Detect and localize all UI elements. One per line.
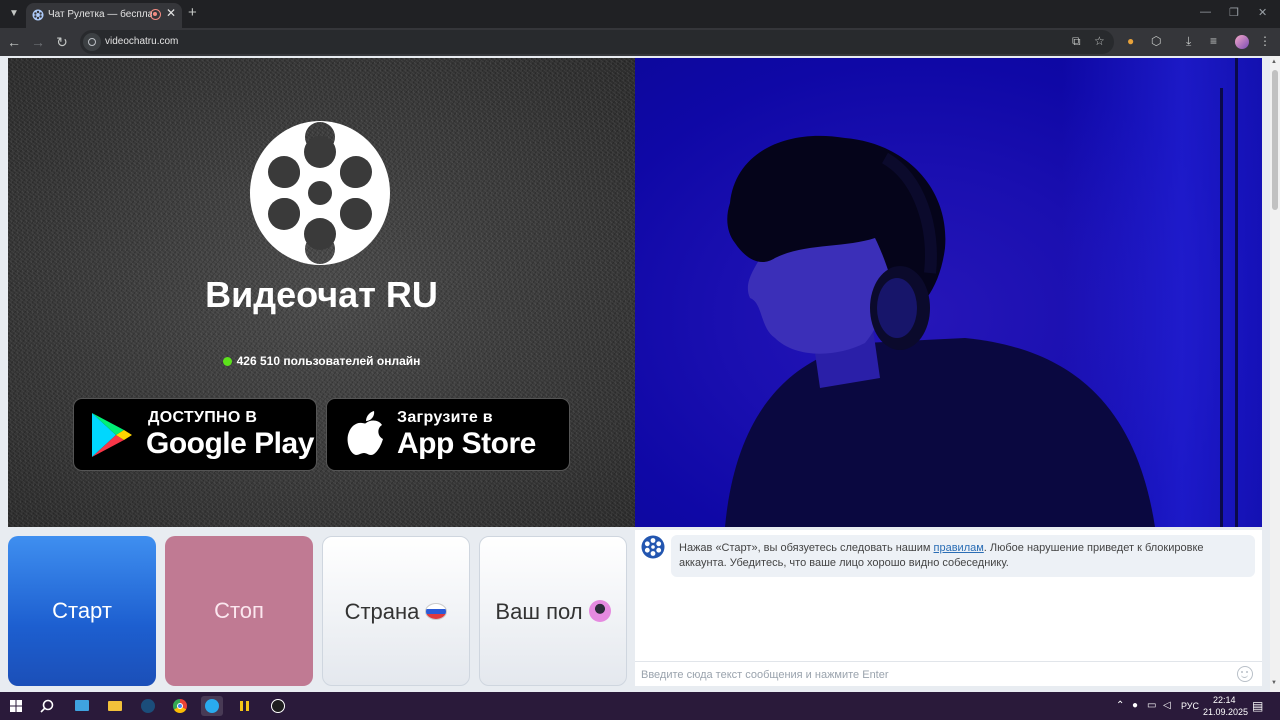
gender-selector-label-wrap: Ваш пол — [480, 599, 626, 625]
steam-icon[interactable] — [137, 696, 159, 716]
notifications-icon[interactable]: ▤ — [1252, 699, 1263, 713]
google-play-big-text: Google Play — [146, 427, 314, 460]
brand-title: Видеочат RU — [205, 274, 438, 315]
country-selector[interactable]: Страна — [322, 536, 470, 686]
browser-toolbar: ← → ↻ videochatru.com ⧉ ☆ ● ⬡ ⤓ ≡ ⋮ — [0, 28, 1280, 56]
chat-panel: Нажав «Старт», вы обязуетесь следовать н… — [635, 530, 1262, 686]
taskbar-app-monitor-icon[interactable] — [71, 696, 93, 716]
google-play-badge[interactable]: ДОСТУПНО В Google Play — [73, 398, 317, 471]
profile-avatar[interactable] — [1235, 35, 1249, 49]
taskbar-app-bars-icon[interactable] — [234, 696, 256, 716]
telegram-icon[interactable] — [201, 696, 223, 716]
windows-start-icon[interactable] — [10, 700, 22, 712]
emoji-smiley-icon[interactable] — [1237, 666, 1253, 682]
browser-tab[interactable]: Чат Рулетка — бесплатный ✕ — [26, 3, 182, 28]
partner-video-placeholder: Видеочат RU 426 510 пользователей онлайн… — [8, 58, 635, 527]
online-counter: 426 510 пользователей онлайн — [8, 354, 635, 368]
language-indicator[interactable]: РУС — [1181, 701, 1199, 711]
own-webcam-video — [635, 58, 1262, 527]
person-silhouette — [725, 135, 1155, 527]
microphone-icon[interactable]: ● — [1132, 700, 1138, 711]
restore-icon[interactable]: ❐ — [1229, 6, 1239, 19]
gender-selector[interactable]: Ваш пол — [479, 536, 627, 686]
obs-icon[interactable] — [267, 696, 289, 716]
gender-selector-label: Ваш пол — [495, 599, 583, 624]
kebab-menu-icon[interactable]: ⋮ — [1259, 34, 1271, 48]
downloads-icon[interactable]: ⤓ — [1186, 34, 1191, 49]
russia-flag-icon — [425, 603, 448, 620]
rules-link[interactable]: правилам — [934, 542, 984, 554]
online-status-dot — [222, 357, 232, 366]
gender-avatar-icon — [588, 600, 611, 622]
tray-chevron-up-icon[interactable]: ⌃ — [1116, 700, 1124, 711]
minimize-icon[interactable]: — — [1200, 6, 1211, 18]
address-bar[interactable]: videochatru.com ⧉ ☆ — [80, 30, 1114, 54]
page-content: Видеочат RU 426 510 пользователей онлайн… — [0, 56, 1270, 692]
country-selector-label: Страна — [344, 599, 420, 624]
browser-tabstrip: ▼ Чат Рулетка — бесплатный ✕ + — ❐ ✕ — [0, 0, 1280, 28]
chat-message-input[interactable] — [641, 666, 1221, 684]
scroll-down-arrow-icon[interactable]: ▼ — [1271, 680, 1277, 686]
system-message-text-start: Нажав «Старт», вы обязуетесь следовать н… — [679, 542, 934, 554]
google-play-icon — [92, 413, 132, 457]
windows-taskbar: ⌃ ● ▭ ◁ РУС 22:14 21.09.2025 ▤ — [0, 692, 1280, 720]
stop-button-label: Стоп — [214, 598, 264, 623]
app-store-small-text: Загрузите в — [397, 409, 493, 426]
online-counter-text: 426 510 пользователей онлайн — [236, 354, 421, 368]
page-scrollbar[interactable]: ▲ ▼ — [1270, 56, 1280, 692]
file-explorer-icon[interactable] — [104, 696, 126, 716]
system-revolver-avatar-icon — [641, 535, 665, 559]
site-info-icon[interactable] — [83, 33, 101, 51]
stop-button[interactable]: Стоп — [165, 536, 313, 686]
window-close-icon[interactable]: ✕ — [1258, 6, 1267, 19]
forward-icon[interactable]: → — [29, 33, 47, 51]
country-selector-label-wrap: Страна — [323, 599, 469, 625]
tab-close-icon[interactable]: ✕ — [166, 6, 176, 20]
google-play-small-text: ДОСТУПНО В — [148, 409, 258, 426]
apple-icon — [347, 411, 383, 455]
reload-icon[interactable]: ↻ — [53, 33, 71, 51]
scroll-thumb[interactable] — [1272, 70, 1278, 210]
system-message: Нажав «Старт», вы обязуетесь следовать н… — [671, 535, 1255, 577]
media-queue-icon[interactable]: ≡ — [1210, 34, 1217, 48]
recording-icon — [150, 9, 161, 20]
chat-input-row — [635, 661, 1262, 686]
volume-icon[interactable]: ◁ — [1163, 700, 1171, 711]
chrome-icon[interactable] — [169, 696, 191, 716]
start-button[interactable]: Старт — [8, 536, 156, 686]
tab-search-chevron-icon[interactable]: ▼ — [4, 4, 24, 24]
app-store-badge[interactable]: Загрузите в App Store — [326, 398, 570, 471]
start-button-label: Старт — [52, 598, 112, 623]
bookmark-star-icon[interactable]: ☆ — [1094, 34, 1105, 48]
clock-date[interactable]: 21.09.2025 — [1203, 707, 1248, 717]
scroll-up-arrow-icon[interactable]: ▲ — [1271, 59, 1277, 65]
url-text: videochatru.com — [105, 36, 179, 47]
new-tab-button[interactable]: + — [188, 4, 197, 21]
clock-time[interactable]: 22:14 — [1213, 695, 1236, 705]
chat-controls: Старт Стоп Страна Ваш пол — [8, 536, 627, 686]
network-icon[interactable]: ▭ — [1147, 700, 1156, 711]
app-store-big-text: App Store — [397, 427, 536, 460]
install-app-icon[interactable]: ⧉ — [1072, 34, 1081, 49]
tab-title: Чат Рулетка — бесплатный — [48, 9, 152, 20]
extension-fox-icon[interactable]: ● — [1127, 34, 1134, 48]
extensions-puzzle-icon[interactable]: ⬡ — [1151, 34, 1161, 48]
revolver-favicon-icon — [32, 9, 44, 21]
revolver-cylinder-logo-icon — [250, 121, 390, 265]
back-icon[interactable]: ← — [5, 33, 23, 51]
search-icon[interactable] — [40, 699, 54, 713]
